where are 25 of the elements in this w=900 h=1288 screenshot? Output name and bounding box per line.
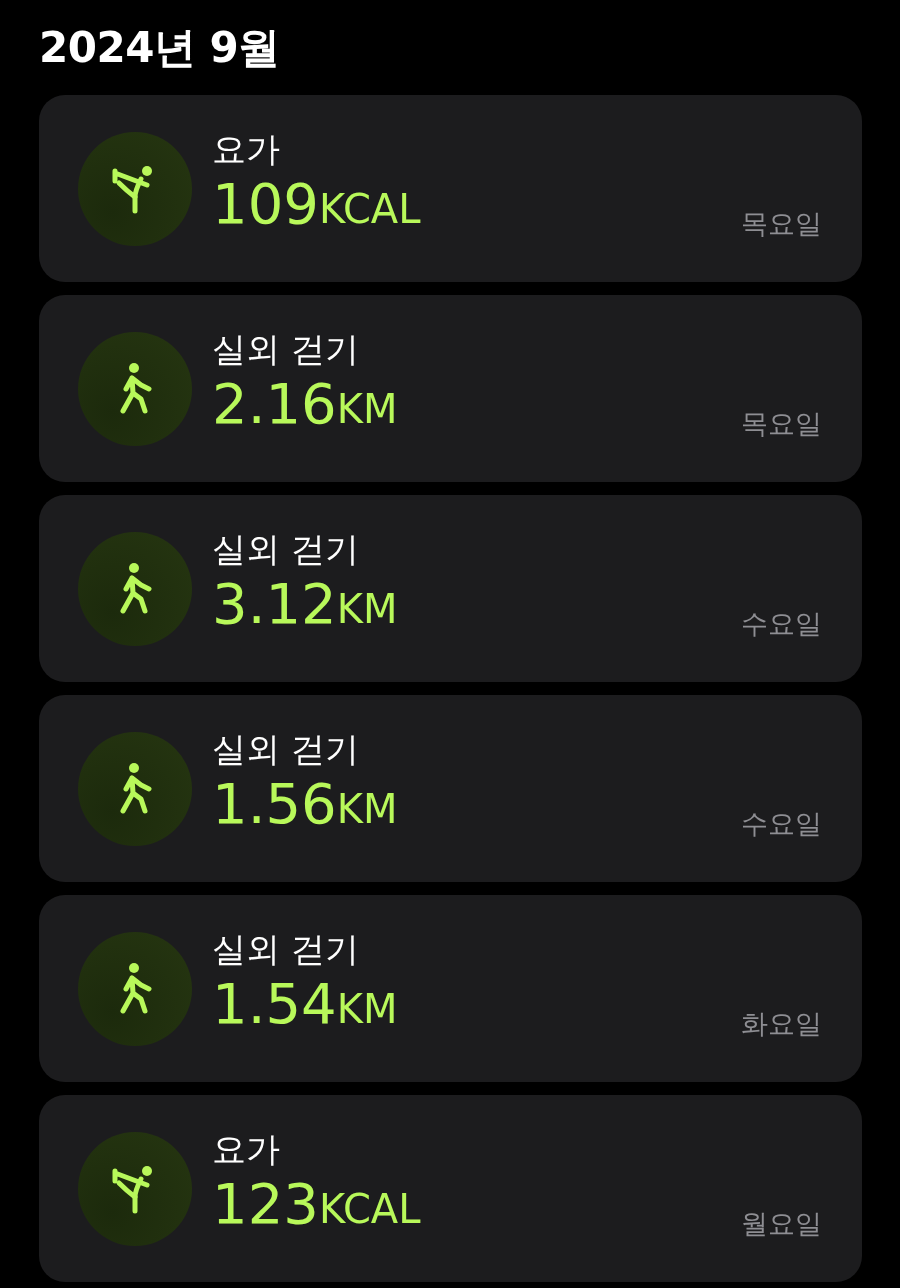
weekday-label: 목요일 [741, 407, 822, 441]
workout-name: 요가 [212, 1128, 281, 1171]
weekday-label: 수요일 [741, 807, 822, 841]
workout-name: 실외 걷기 [212, 928, 360, 971]
workout-value: 123KCAL [212, 1171, 422, 1238]
month-title: 2024년 9월 [39, 22, 281, 74]
workout-name: 실외 걷기 [212, 528, 360, 571]
workout-value: 2.16KM [212, 371, 399, 438]
workout-value: 3.12 KM [212, 571, 399, 638]
workout-card[interactable]: 요가 123KCAL 월요일 [39, 1095, 862, 1282]
workout-card[interactable]: 실외 걷기 2.16KM 목요일 [39, 295, 862, 482]
workout-name: 실외 걷기 [212, 728, 360, 771]
workout-value: 1.54KM [212, 971, 399, 1038]
weekday-label: 화요일 [741, 1007, 822, 1041]
workout-card[interactable]: 실외 걷기 1.54KM 화요일 [39, 895, 862, 1082]
weekday-label: 수요일 [741, 607, 822, 641]
workout-value: 109KCAL [212, 171, 422, 238]
weekday-label: 목요일 [741, 207, 822, 241]
workout-name: 실외 걷기 [212, 328, 360, 371]
workout-card[interactable]: 요가 109KCAL 목요일 [39, 95, 862, 282]
workout-card[interactable]: 실외 걷기 3.12 KM 수요일 [39, 495, 862, 682]
workout-name: 요가 [212, 128, 281, 171]
workout-card[interactable]: 실외 걷기 1.56KM 수요일 [39, 695, 862, 882]
workout-value: 1.56KM [212, 771, 399, 838]
weekday-label: 월요일 [741, 1207, 822, 1241]
